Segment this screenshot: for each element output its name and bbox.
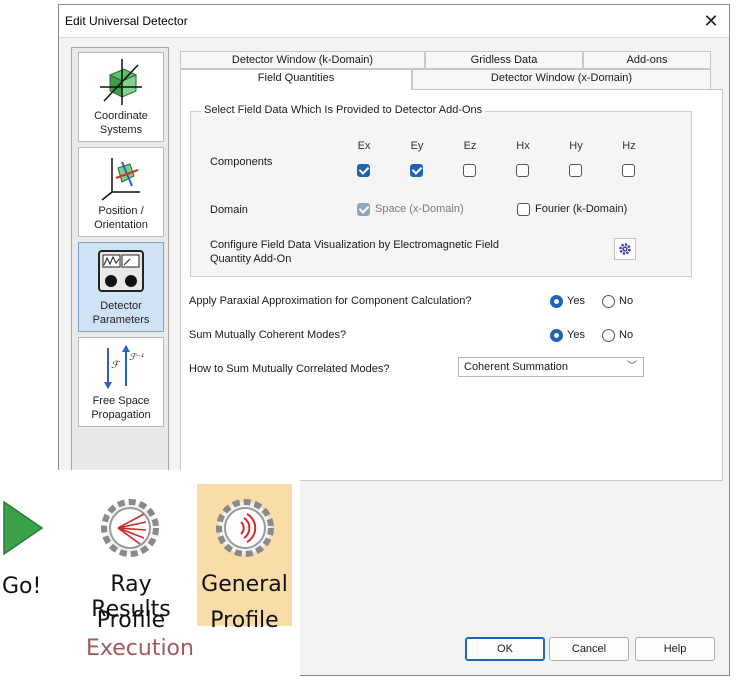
general-profile-button[interactable]: General Profile [197,484,292,633]
go-label: Go! [2,574,42,599]
field-data-group: Select Field Data Which Is Provided to D… [190,104,692,277]
coherent-no-radio[interactable] [602,329,615,342]
configure-visualization-label-line1: Configure Field Data Visualization by El… [210,239,499,251]
execution-group-label: Execution [86,636,194,661]
coherent-yes-label: Yes [567,329,585,341]
configure-visualization-label-line2: Quantity Add-On [210,253,292,265]
ray-results-profile-button[interactable]: Ray Results Profile [64,484,196,633]
configure-addon-button[interactable] [614,238,636,260]
checkbox-ey[interactable] [410,164,423,177]
paraxial-yes-radio[interactable] [550,295,563,308]
coordinate-cube-icon [100,59,142,105]
checkbox-space-domain[interactable] [357,203,370,216]
component-header-hy: Hy [569,140,583,152]
group-title: Select Field Data Which Is Provided to D… [201,104,486,116]
nav-label: Free Space Propagation [91,395,151,421]
close-icon: ✕ [703,10,719,31]
checkbox-hz[interactable] [622,164,635,177]
nav-item-free-space-propagation[interactable]: ℱ ℱ⁻¹ Free Space Propagation [78,337,164,427]
domain-label: Domain [210,204,248,216]
correlated-modes-select[interactable]: Coherent Summation ﹀ [458,357,644,377]
checkbox-ex[interactable] [357,164,370,177]
close-button[interactable]: ✕ [699,9,723,33]
paraxial-no-label: No [619,295,634,307]
component-header-ez: Ez [463,140,477,152]
component-header-ex: Ex [357,140,371,152]
play-icon [3,500,44,556]
space-domain-label: Space (x-Domain) [375,203,464,215]
svg-text:ℱ⁻¹: ℱ⁻¹ [129,353,144,363]
position-axes-icon [101,158,140,201]
ray-results-profile-icon [101,499,159,557]
checkbox-hy[interactable] [569,164,582,177]
svg-text:ℱ: ℱ [111,360,121,371]
left-navigation: Coordinate Systems Position / Orientatio… [71,47,169,477]
nav-item-coordinate-systems[interactable]: Coordinate Systems [78,52,164,142]
coherent-modes-label: Sum Mutually Coherent Modes? [189,329,347,341]
gear-icon [619,243,631,255]
field-quantities-panel: Select Field Data Which Is Provided to D… [180,89,723,481]
title-bar: Edit Universal Detector ✕ [59,5,729,38]
ray-results-label-line2: Profile [96,608,166,633]
tab-detector-window-x[interactable]: Detector Window (x-Domain) [412,69,711,90]
fourier-transform-icon: ℱ ℱ⁻¹ [104,345,144,389]
nav-label: Position / Orientation [94,205,148,231]
paraxial-yes-label: Yes [567,295,585,307]
nav-item-position-orientation[interactable]: Position / Orientation [78,147,164,237]
general-profile-label-line2: Profile [210,608,279,633]
component-header-ey: Ey [410,140,424,152]
coherent-yes-radio[interactable] [550,329,563,342]
execution-ribbon: Go! Ray Results Profile General Profile … [0,470,300,682]
general-profile-label-line1: General [201,572,288,597]
checkbox-fourier-domain[interactable] [517,203,530,216]
go-button[interactable]: Go! [0,484,50,626]
cancel-button[interactable]: Cancel [549,637,629,661]
tab-field-quantities[interactable]: Field Quantities [180,69,412,90]
checkbox-ez[interactable] [463,164,476,177]
tab-add-ons[interactable]: Add-ons [583,51,711,69]
fourier-domain-label: Fourier (k-Domain) [535,203,628,215]
correlated-modes-label: How to Sum Mutually Correlated Modes? [189,363,390,375]
ok-button[interactable]: OK [465,637,545,661]
components-label: Components [210,156,273,168]
tab-gridless-data[interactable]: Gridless Data [425,51,583,69]
help-button[interactable]: Help [635,637,715,661]
dialog-title: Edit Universal Detector [65,14,188,28]
checkbox-hx[interactable] [516,164,529,177]
coherent-no-label: No [619,329,634,341]
tab-detector-window-k[interactable]: Detector Window (k-Domain) [180,51,425,69]
correlated-modes-value: Coherent Summation [464,361,568,373]
detector-meter-icon [98,250,144,292]
nav-label: Coordinate Systems [94,110,148,136]
nav-label: Detector Parameters [92,300,150,326]
component-header-hz: Hz [622,140,636,152]
paraxial-label: Apply Paraxial Approximation for Compone… [189,295,472,307]
nav-item-detector-parameters[interactable]: Detector Parameters [78,242,164,332]
general-profile-icon [216,499,274,557]
component-header-hx: Hx [516,140,530,152]
chevron-down-icon: ﹀ [627,361,637,372]
paraxial-no-radio[interactable] [602,295,615,308]
